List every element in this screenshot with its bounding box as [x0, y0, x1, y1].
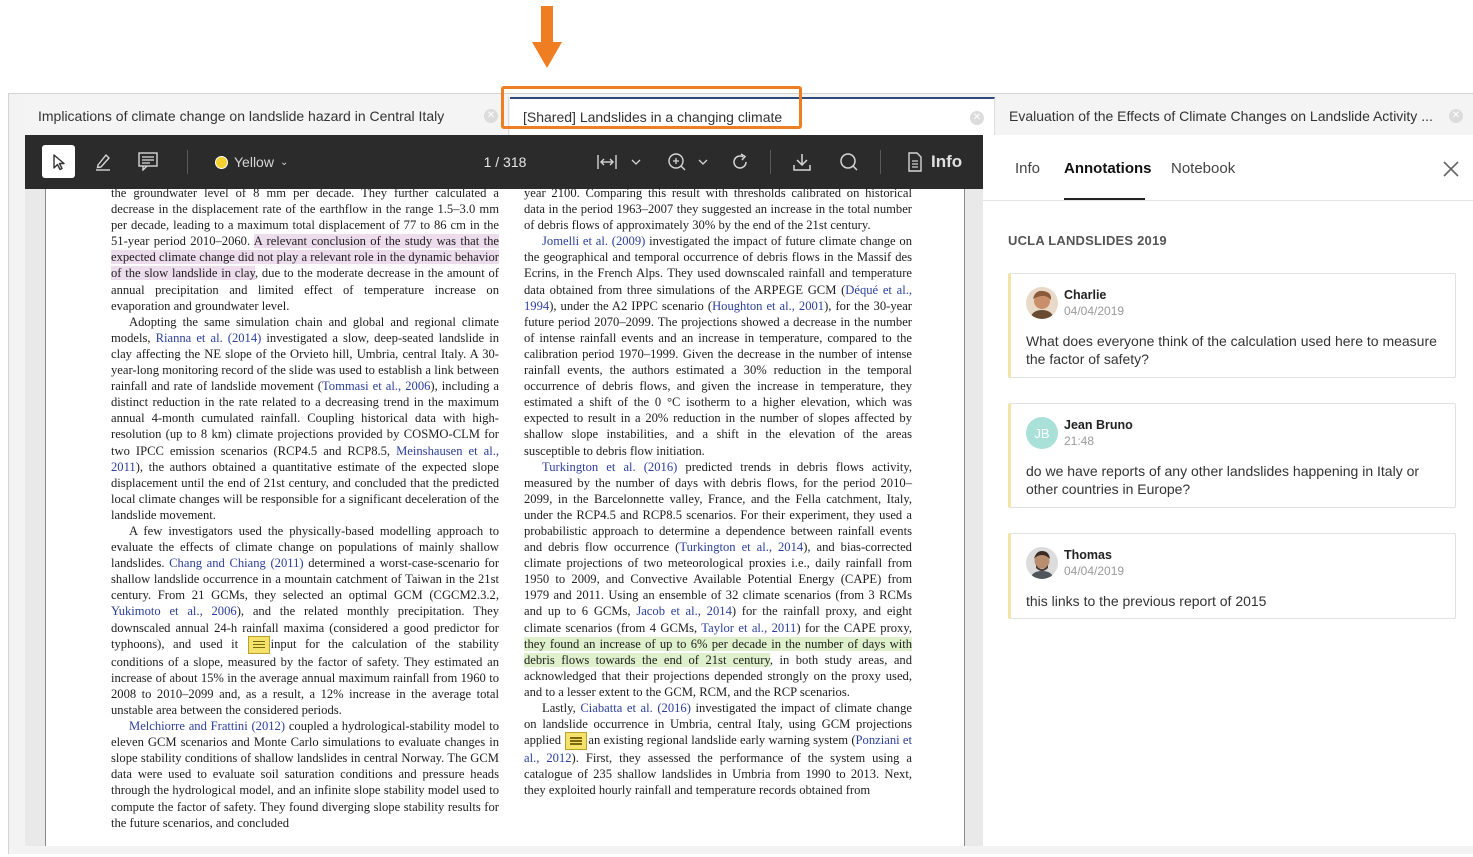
annotation-card[interactable]: JB Jean Bruno 21:48 do we have reports o…	[1008, 403, 1456, 508]
citation-link[interactable]: Jomelli et al. (2009)	[542, 234, 645, 248]
close-icon[interactable]	[1441, 159, 1461, 179]
annotation-card[interactable]: Thomas 04/04/2019 this links to the prev…	[1008, 533, 1456, 619]
sidebar-tab-notebook[interactable]: Notebook	[1171, 160, 1235, 177]
paragraph: Adopting the same simulation chain and g…	[111, 314, 499, 523]
note-marker-icon[interactable]	[565, 732, 588, 751]
annotation-text: What does everyone think of the calculat…	[1026, 333, 1437, 367]
paragraph: Turkington et al. (2016) predicted trend…	[524, 459, 912, 700]
chevron-down-icon: ⌄	[279, 156, 289, 168]
text-run: Lastly,	[542, 701, 581, 715]
citation-link[interactable]: Taylor et al., 2011	[701, 621, 796, 635]
select-arrow-icon[interactable]	[42, 145, 75, 178]
annotations-sidebar: Info Annotations Notebook UCLA LANDSLIDE…	[983, 135, 1473, 846]
pen-icon[interactable]	[91, 147, 115, 175]
info-button-label: Info	[931, 152, 963, 171]
color-picker-label: Yellow	[234, 154, 274, 170]
close-tab-icon[interactable]: ✕	[970, 111, 984, 125]
page-indicator: 1 / 318	[483, 154, 527, 170]
toolbar-divider	[187, 150, 188, 174]
annotation-group-title: UCLA LANDSLIDES 2019	[1008, 233, 1167, 248]
citation-link[interactable]: Tommasi et al., 2006	[322, 379, 430, 393]
tab-bar: Implications of climate change on landsl…	[25, 97, 1473, 136]
tab-document-3[interactable]: Evaluation of the Effects of Climate Cha…	[996, 97, 1473, 135]
citation-link[interactable]: Yukimoto et al., 2006	[111, 604, 237, 618]
info-button[interactable]: Info	[907, 147, 962, 177]
text-run: ), under the A2 IPPC scenario (	[549, 298, 713, 313]
toolbar-divider	[880, 150, 881, 174]
sidebar-tab-info[interactable]: Info	[1015, 160, 1040, 177]
document-viewport[interactable]: the groundwater level of 8 mm per decade…	[25, 189, 983, 846]
citation-link[interactable]: Houghton et al., 2001	[712, 299, 824, 313]
avatar	[1026, 287, 1058, 319]
annotation-author: Jean Bruno	[1064, 418, 1133, 432]
annotation-date: 04/04/2019	[1064, 564, 1125, 578]
text-run: coupled a hydrological-stability model t…	[111, 719, 499, 830]
citation-link[interactable]: Turkington et al., 2014	[679, 540, 803, 554]
callout-arrow-icon	[532, 6, 562, 68]
citation-link[interactable]: Chang and Chiang (2011)	[169, 556, 303, 570]
annotation-date: 21:48	[1064, 434, 1095, 448]
text-run: ), for the 30-year future period 2070–20…	[524, 298, 912, 458]
tab-document-1[interactable]: Implications of climate change on landsl…	[25, 97, 509, 135]
paragraph: Melchiorre and Frattini (2012) coupled a…	[111, 718, 499, 831]
note-marker-icon[interactable]	[247, 635, 270, 654]
tab-title: Evaluation of the Effects of Climate Cha…	[1009, 108, 1433, 124]
sidebar-tab-annotations[interactable]: Annotations	[1064, 160, 1152, 177]
download-icon[interactable]	[789, 147, 815, 177]
text-run: ). First, they assessed the performance …	[524, 751, 912, 798]
info-icon	[908, 152, 922, 172]
comment-icon[interactable]	[135, 147, 161, 175]
annotation-card[interactable]: Charlie 04/04/2019 What does everyone th…	[1008, 273, 1456, 378]
paragraph: Jomelli et al. (2009) investigated the i…	[524, 233, 912, 458]
text-column-left: the groundwater level of 8 mm per decade…	[111, 189, 499, 831]
paragraph: Lastly, Ciabatta et al. (2016) investiga…	[524, 700, 912, 799]
annotation-text: this links to the previous report of 201…	[1026, 593, 1267, 609]
citation-link[interactable]: Jacob et al., 2014	[636, 604, 732, 618]
color-picker[interactable]: Yellow ⌄	[215, 147, 288, 177]
pdf-page: the groundwater level of 8 mm per decade…	[45, 189, 965, 846]
tab-title: [Shared] Landslides in a changing climat…	[523, 109, 783, 125]
avatar	[1026, 547, 1058, 579]
text-column-right: year 2100. Comparing this result with th…	[524, 189, 912, 799]
text-run: an existing regional landslide early war…	[588, 733, 856, 748]
citation-link[interactable]: Melchiorre and Frattini (2012)	[129, 719, 285, 733]
close-tab-icon[interactable]: ✕	[484, 109, 498, 123]
paragraph: year 2100. Comparing this result with th…	[524, 189, 912, 233]
text-run: ) for the CAPE proxy,	[796, 620, 912, 635]
avatar: JB	[1026, 417, 1058, 449]
annotation-text: do we have reports of any other landslid…	[1026, 463, 1420, 497]
close-tab-icon[interactable]: ✕	[1449, 109, 1463, 123]
tab-document-2-active[interactable]: [Shared] Landslides in a changing climat…	[510, 97, 995, 135]
text-run: ), the authors obtained a quantitative e…	[111, 459, 499, 522]
annotation-date: 04/04/2019	[1064, 304, 1125, 318]
toolbar-divider	[770, 150, 771, 174]
citation-link[interactable]: Ciabatta et al. (2016)	[580, 701, 691, 715]
fit-width-icon[interactable]	[592, 147, 652, 177]
tab-title: Implications of climate change on landsl…	[38, 108, 445, 124]
citation-link[interactable]: Rianna et al. (2014)	[156, 331, 262, 345]
annotation-author: Charlie	[1064, 288, 1107, 302]
paragraph: the groundwater level of 8 mm per decade…	[111, 189, 499, 314]
text-run: year 2100. Comparing this result with th…	[524, 189, 912, 233]
citation-link[interactable]: Turkington et al. (2016)	[542, 460, 677, 474]
annotation-author: Thomas	[1064, 548, 1112, 562]
paragraph: A few investigators used the physically-…	[111, 523, 499, 718]
yellow-color-swatch	[215, 155, 228, 169]
rotate-icon[interactable]	[727, 147, 753, 177]
pdf-toolbar: Yellow ⌄ 1 / 318 Info	[25, 135, 983, 189]
zoom-in-icon[interactable]	[665, 147, 715, 177]
search-icon[interactable]	[836, 147, 862, 177]
sidebar-divider	[983, 200, 1473, 201]
